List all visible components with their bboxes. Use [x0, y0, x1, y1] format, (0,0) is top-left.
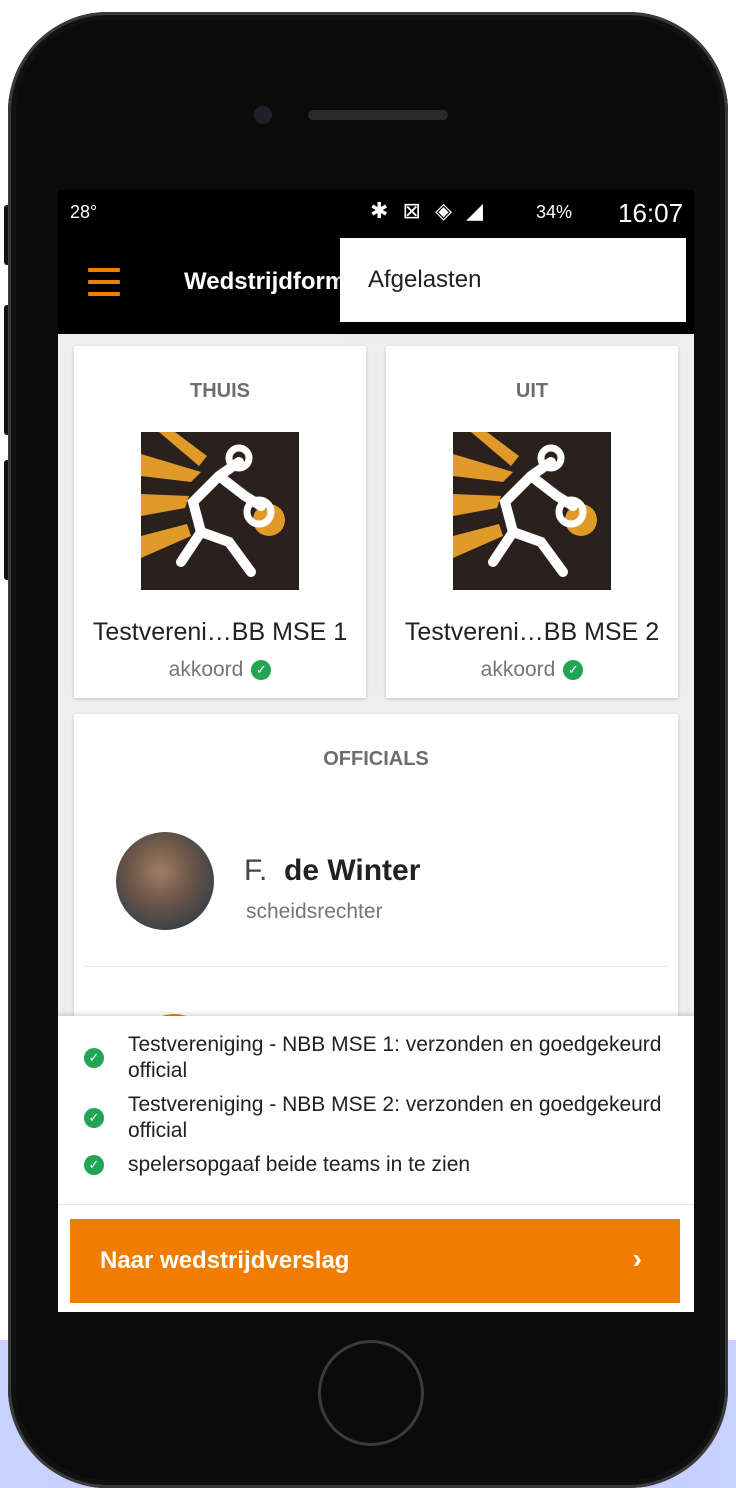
divider	[84, 966, 668, 967]
app-bar-title: Wedstrijdformulier	[184, 268, 354, 295]
officials-label: OFFICIALS	[323, 748, 429, 770]
away-team-status-text: akkoord	[480, 658, 556, 681]
status-message-text: spelersopgaaf beide teams in te zien	[128, 1153, 471, 1176]
check-circle-icon: ✓	[84, 1108, 104, 1128]
status-temperature: 28°	[70, 202, 98, 222]
avatar[interactable]	[116, 832, 214, 930]
check-circle-icon: ✓	[84, 1155, 104, 1175]
home-team-status-text: akkoord	[168, 658, 244, 681]
naar-wedstrijdverslag-button[interactable]: Naar wedstrijdverslag ›	[70, 1219, 680, 1303]
chevron-right-icon: ›	[632, 1243, 642, 1274]
check-circle-icon: ✓	[251, 660, 272, 681]
cta-label: Naar wedstrijdverslag	[100, 1247, 350, 1274]
home-team-label: THUIS	[190, 380, 250, 402]
team-logo-icon	[453, 432, 611, 590]
status-time: 16:07	[618, 198, 684, 228]
home-team-card[interactable]: THUIS Testvereni…BB MSE 1 akkoord ✓	[74, 346, 366, 698]
away-team-label: UIT	[515, 380, 549, 402]
overflow-menu: Afgelasten	[340, 238, 686, 322]
official-surname: de Winter	[284, 854, 421, 887]
battery-level: 34%	[536, 202, 573, 222]
earpiece-speaker	[308, 110, 448, 120]
status-bar: 28° ✱ ⊠ ◈ ◢ 34% 16:07	[58, 190, 694, 238]
official-role: scheidsrechter	[246, 900, 383, 923]
away-team-status: akkoord ✓	[386, 658, 678, 682]
home-team-status: akkoord ✓	[74, 658, 366, 682]
status-message-text: Testvereniging - NBB MSE 1: verzonden en…	[128, 1033, 662, 1082]
status-message-text: Testvereniging - NBB MSE 2: verzonden en…	[128, 1093, 662, 1142]
menu-item-afgelasten[interactable]: Afgelasten	[368, 266, 481, 294]
home-team-name: Testvereni…BB MSE 1	[92, 618, 348, 646]
team-logo-icon	[141, 432, 299, 590]
check-circle-icon: ✓	[84, 1048, 104, 1068]
front-camera	[256, 108, 270, 122]
cta-area: Naar wedstrijdverslag ›	[58, 1204, 694, 1312]
official-initial: F.	[244, 854, 268, 887]
status-icons: ✱ ⊠ ◈ ◢	[370, 198, 488, 223]
check-circle-icon: ✓	[563, 660, 584, 681]
away-team-name: Testvereni…BB MSE 2	[404, 618, 660, 646]
hamburger-menu-icon[interactable]	[88, 268, 120, 296]
away-team-card[interactable]: UIT Testvereni…BB MSE 2 akkoord ✓	[386, 346, 678, 698]
app-screen: 28° ✱ ⊠ ◈ ◢ 34% 16:07 Wedstrijdformulier…	[58, 190, 694, 1312]
home-button[interactable]	[318, 1340, 424, 1446]
status-messages-panel: ✓ Testvereniging - NBB MSE 1: verzonden …	[58, 1016, 694, 1204]
